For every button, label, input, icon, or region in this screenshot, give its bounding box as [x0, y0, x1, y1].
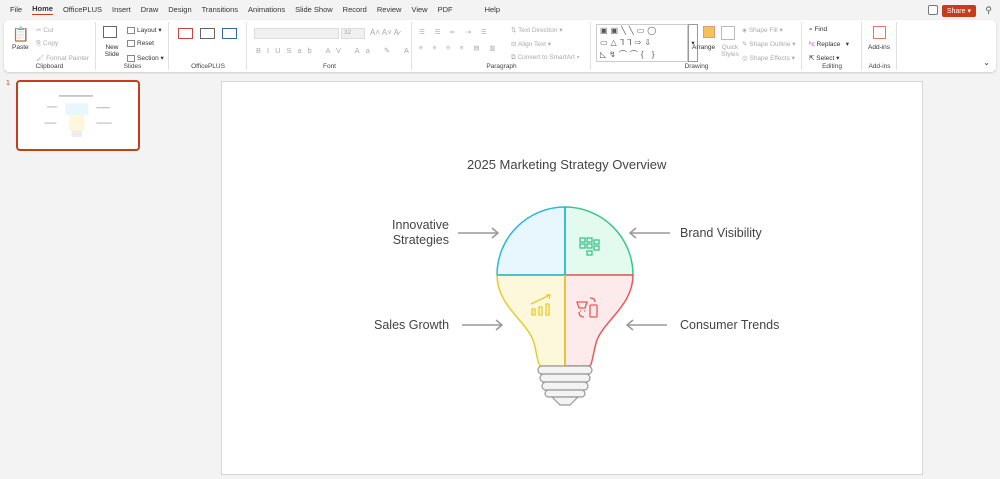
- arrow-consumer: [625, 319, 667, 331]
- arrow-brand: [628, 227, 670, 239]
- quadrant-innovative: [496, 206, 566, 276]
- slide-title[interactable]: 2025 Marketing Strategy Overview: [467, 157, 666, 172]
- label-brand-visibility[interactable]: Brand Visibility: [680, 226, 762, 240]
- lightbulb-diagram: [458, 206, 670, 406]
- quadrant-sales: [496, 274, 566, 367]
- label-sales-growth[interactable]: Sales Growth: [374, 318, 449, 332]
- label-consumer-trends[interactable]: Consumer Trends: [680, 318, 779, 332]
- arrow-sales: [462, 319, 504, 331]
- arrow-innovative: [458, 227, 500, 239]
- label-innovative-strategies[interactable]: Innovative Strategies: [380, 218, 449, 248]
- bulb-base: [537, 365, 593, 406]
- quadrant-consumer: [564, 274, 634, 367]
